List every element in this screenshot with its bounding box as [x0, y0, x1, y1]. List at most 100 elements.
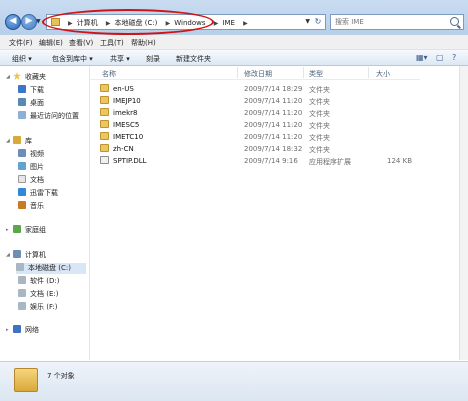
sidebar-item-pictures[interactable]: 图片: [18, 162, 44, 173]
back-button[interactable]: ◀: [5, 14, 21, 30]
column-header-size[interactable]: 大小: [376, 69, 390, 79]
burn-button[interactable]: 刻录: [146, 54, 160, 64]
drive-icon: [18, 276, 26, 284]
table-row[interactable]: SPTIP.DLL 2009/7/14 9:16 应用程序扩展 124 KB: [90, 155, 420, 166]
title-bar: ◀ ▶ ▼ ▶ 计算机 ▶ 本地磁盘 (C:) ▶ Windows ▶ IME ▶ ▼ …: [0, 0, 468, 35]
sidebar-item-recent[interactable]: 最近访问的位置: [18, 111, 79, 122]
share-button[interactable]: 共享 ▾: [110, 54, 130, 64]
help-icon[interactable]: ?: [452, 53, 456, 62]
folder-icon: [51, 18, 60, 26]
dll-file-icon: [100, 156, 109, 164]
folder-icon: [100, 132, 109, 140]
search-box[interactable]: [330, 14, 464, 30]
search-icon[interactable]: [450, 17, 459, 26]
table-row[interactable]: IMEJP10 2009/7/14 11:20 文件夹: [90, 95, 420, 106]
table-row[interactable]: zh-CN 2009/7/14 18:32 文件夹: [90, 143, 420, 154]
drive-icon: [18, 302, 26, 310]
search-input[interactable]: [335, 16, 445, 28]
folder-icon: [100, 120, 109, 128]
folder-icon: [100, 108, 109, 116]
expand-icon[interactable]: ▸: [6, 327, 9, 333]
picture-icon: [18, 162, 26, 170]
network-icon: [13, 325, 21, 333]
include-in-library-button[interactable]: 包含到库中 ▾: [52, 54, 93, 64]
preview-pane-icon[interactable]: ▢: [436, 53, 444, 62]
view-options-icon[interactable]: ▦▾: [416, 53, 428, 62]
breadcrumb: ▶ 计算机 ▶ 本地磁盘 (C:) ▶ Windows ▶ IME ▶: [64, 18, 252, 28]
folder-icon: [100, 144, 109, 152]
breadcrumb-windows[interactable]: Windows: [174, 19, 205, 27]
sidebar-item-videos[interactable]: 视频: [18, 149, 44, 160]
command-bar: 组织 ▾ 包含到库中 ▾ 共享 ▾ 刻录 新建文件夹 ▦▾ ▢ ?: [0, 50, 468, 66]
star-icon: [13, 72, 21, 80]
sidebar-item-drive-d[interactable]: 软件 (D:): [18, 276, 59, 287]
video-icon: [18, 149, 26, 157]
table-row[interactable]: en-US 2009/7/14 18:29 文件夹: [90, 83, 420, 94]
recent-places-icon: [18, 111, 26, 119]
breadcrumb-ime[interactable]: IME: [222, 19, 235, 27]
navigation-pane: ◢ 收藏夹 下载 桌面 最近访问的位置 ◢ 库 视频 图片 文档 迅雷下载 音乐: [0, 66, 90, 360]
sidebar-item-music[interactable]: 音乐: [18, 201, 44, 212]
library-icon: [13, 136, 21, 144]
refresh-icon[interactable]: ↻: [313, 17, 323, 27]
drive-icon: [18, 289, 26, 297]
chevron-right-icon[interactable]: ▶: [68, 20, 73, 27]
column-header-type[interactable]: 类型: [309, 69, 323, 79]
thunder-download-icon: [18, 188, 26, 196]
column-header-name[interactable]: 名称: [102, 69, 116, 79]
explorer-window: ◀ ▶ ▼ ▶ 计算机 ▶ 本地磁盘 (C:) ▶ Windows ▶ IME ▶ ▼ …: [0, 0, 468, 401]
music-icon: [18, 201, 26, 209]
recent-pages-dropdown[interactable]: ▼: [36, 18, 41, 25]
organize-button[interactable]: 组织 ▾: [12, 54, 32, 64]
column-divider[interactable]: [303, 67, 304, 78]
expand-icon[interactable]: ◢: [6, 138, 10, 144]
chevron-right-icon[interactable]: ▶: [166, 20, 171, 27]
sidebar-item-thunder-downloads[interactable]: 迅雷下载: [18, 188, 58, 199]
sidebar-item-network[interactable]: 网络: [13, 325, 39, 336]
document-icon: [18, 175, 26, 183]
menu-tools[interactable]: 工具(T): [100, 38, 124, 48]
expand-icon[interactable]: ◢: [6, 252, 10, 258]
sidebar-item-drive-f[interactable]: 娱乐 (F:): [18, 302, 58, 313]
expand-icon[interactable]: ▸: [6, 227, 9, 233]
menu-view[interactable]: 查看(V): [69, 38, 93, 48]
table-row[interactable]: IMETC10 2009/7/14 11:20 文件夹: [90, 131, 420, 142]
chevron-right-icon[interactable]: ▶: [243, 20, 248, 27]
table-row[interactable]: IMESC5 2009/7/14 11:20 文件夹: [90, 119, 420, 130]
homegroup-icon: [13, 225, 21, 233]
chevron-right-icon[interactable]: ▶: [214, 20, 219, 27]
details-pane: 7 个对象: [0, 361, 468, 401]
sidebar-item-drive-c[interactable]: 本地磁盘 (C:): [16, 263, 86, 274]
breadcrumb-computer[interactable]: 计算机: [77, 19, 98, 27]
drive-icon: [16, 263, 24, 271]
item-count: 7 个对象: [47, 372, 75, 380]
sidebar-item-homegroup[interactable]: 家庭组: [13, 225, 46, 236]
chevron-right-icon[interactable]: ▶: [106, 20, 111, 27]
download-folder-icon: [18, 85, 26, 93]
column-headers: 名称 修改日期 类型 大小: [90, 66, 420, 80]
menu-file[interactable]: 文件(F): [9, 38, 33, 48]
vertical-scrollbar[interactable]: [459, 66, 468, 360]
column-divider[interactable]: [368, 67, 369, 78]
address-dropdown-icon[interactable]: ▼: [305, 18, 310, 25]
menu-bar: 文件(F) 编辑(E) 查看(V) 工具(T) 帮助(H): [0, 35, 468, 50]
table-row[interactable]: imekr8 2009/7/14 11:20 文件夹: [90, 107, 420, 118]
column-divider[interactable]: [237, 67, 238, 78]
menu-edit[interactable]: 编辑(E): [39, 38, 63, 48]
address-bar[interactable]: ▶ 计算机 ▶ 本地磁盘 (C:) ▶ Windows ▶ IME ▶ ▼ ↻: [46, 14, 326, 30]
sidebar-item-computer[interactable]: 计算机: [13, 250, 46, 261]
sidebar-item-documents[interactable]: 文档: [18, 175, 44, 186]
sidebar-item-libraries[interactable]: 库: [13, 136, 32, 147]
folder-icon: [100, 96, 109, 104]
breadcrumb-drive-c[interactable]: 本地磁盘 (C:): [114, 19, 157, 27]
expand-icon[interactable]: ◢: [6, 74, 10, 80]
sidebar-item-favorites[interactable]: 收藏夹: [13, 72, 46, 83]
sidebar-item-downloads[interactable]: 下载: [18, 85, 44, 96]
column-header-date[interactable]: 修改日期: [244, 69, 272, 79]
menu-help[interactable]: 帮助(H): [131, 38, 156, 48]
sidebar-item-drive-e[interactable]: 文档 (E:): [18, 289, 58, 300]
computer-icon: [13, 250, 21, 258]
new-folder-button[interactable]: 新建文件夹: [176, 54, 211, 64]
forward-button[interactable]: ▶: [21, 14, 37, 30]
sidebar-item-desktop[interactable]: 桌面: [18, 98, 44, 109]
